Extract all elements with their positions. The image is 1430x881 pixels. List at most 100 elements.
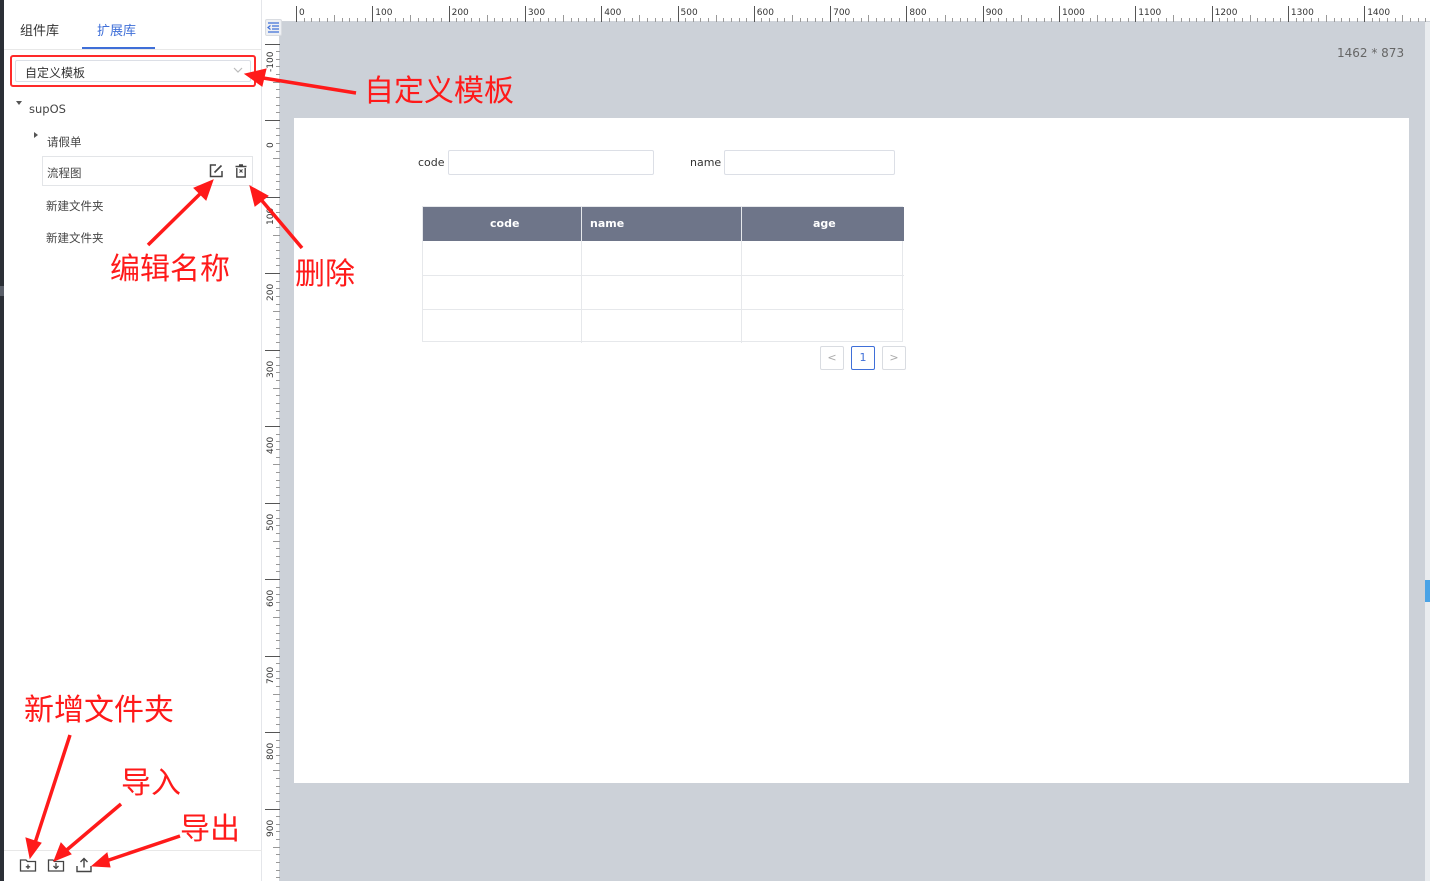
tree-item-folder[interactable]: 新建文件夹 [46,230,104,246]
caret-down-icon[interactable] [16,101,22,105]
ruler-minor-tick [387,18,389,22]
ruler-minor-tick [1013,18,1015,22]
ruler-minor-tick [276,747,280,749]
column-header-name[interactable]: name [590,207,624,241]
ruler-minor-tick [555,18,557,22]
tab-extension-library[interactable]: 扩展库 [97,20,136,39]
ruler-tick [677,6,679,22]
ruler-minor-tick [456,18,458,22]
ruler-minor-tick [708,18,710,22]
ruler-minor-tick [276,250,280,252]
ruler-tick [372,6,374,22]
ruler-minor-tick [433,18,435,22]
ruler-minor-tick [276,793,280,795]
pagination-next-button[interactable]: > [882,346,906,370]
ruler-tick [1135,6,1137,22]
ruler-label: 1100 [1138,8,1162,18]
ruler-tick [265,655,280,657]
ruler-minor-tick [1112,18,1114,22]
ruler-minor-tick [318,18,320,22]
ruler-minor-tick [1089,18,1091,22]
tab-component-library[interactable]: 组件库 [20,20,59,39]
ruler-minor-tick [875,18,877,22]
ruler-minor-tick [662,18,664,22]
ruler-minor-tick [547,18,549,22]
ruler-minor-tick [563,15,565,22]
name-input[interactable] [724,150,895,175]
ruler-minor-tick [276,135,280,137]
ruler-label: 300 [266,360,276,378]
ruler-minor-tick [1326,15,1328,22]
delete-icon[interactable] [233,163,249,179]
ruler-minor-tick [276,181,280,183]
export-icon[interactable] [75,856,93,874]
ruler-vertical: -100 0 100 200 300 400 500 600 700 800 900 [262,22,280,881]
import-icon[interactable] [47,856,65,874]
ruler-tick [265,273,280,274]
ruler-minor-tick [276,716,280,718]
ruler-minor-tick [1097,15,1099,22]
code-input[interactable] [448,150,654,175]
annotation-export: 导出 [180,812,240,847]
ruler-minor-tick [276,632,280,634]
ruler-minor-tick [276,724,280,726]
ruler-minor-tick [276,410,280,412]
ruler-minor-tick [837,18,839,22]
ruler-minor-tick [276,341,280,343]
ruler-minor-tick [585,18,587,22]
sidebar-tabs: 组件库 扩展库 [4,0,262,50]
ruler-minor-tick [276,701,280,703]
ruler-minor-tick [276,471,280,473]
column-header-age[interactable]: age [813,207,836,241]
caret-right-icon[interactable] [34,132,38,138]
ruler-minor-tick [364,18,366,22]
column-header-code[interactable]: code [490,207,519,241]
annotation-new-folder: 新增文件夹 [24,693,174,728]
ruler-tick [265,349,280,351]
ruler-minor-tick [1150,18,1152,22]
ruler-label: 300 [527,8,546,18]
ruler-minor-tick [276,670,280,672]
ruler-minor-tick [276,777,280,779]
ruler-minor-tick [723,18,725,22]
ruler-minor-tick [1165,18,1167,22]
ruler-minor-tick [1257,18,1259,22]
tree-root-supos[interactable]: supOS [29,102,66,116]
ruler-tick [524,6,526,22]
ruler-minor-tick [1394,18,1396,22]
ruler-tick [753,6,755,22]
ruler-minor-tick [276,487,280,489]
ruler-minor-tick [1348,18,1350,22]
ruler-minor-tick [349,18,351,22]
ruler-minor-tick [852,18,854,22]
ruler-label: 1400 [1367,8,1391,18]
ruler-minor-tick [276,869,280,871]
ruler-minor-tick [891,18,893,22]
scrollbar-thumb[interactable] [1425,580,1430,602]
tree-item-folder[interactable]: 新建文件夹 [46,198,104,214]
ruler-tick [265,808,280,810]
template-select[interactable]: 自定义模板 [15,60,251,82]
ruler-minor-tick [1066,18,1068,22]
sidebar: 组件库 扩展库 自定义模板 supOS 请假单 流程图 新建文件夹 新建文件夹 [4,0,262,881]
pagination-page-1[interactable]: 1 [851,346,875,370]
ruler-minor-tick [1043,18,1045,22]
app-root: 组件库 扩展库 自定义模板 supOS 请假单 流程图 新建文件夹 新建文件夹 … [0,0,1430,881]
ruler-minor-tick [1303,18,1305,22]
edit-icon[interactable] [208,163,224,179]
vertical-scrollbar[interactable] [1425,22,1430,881]
ruler-minor-tick [276,364,280,366]
tree-item-flowchart[interactable]: 流程图 [42,156,253,186]
collapse-sidebar-button[interactable] [265,19,282,36]
ruler-minor-tick [273,234,280,236]
tree-item-leave-form[interactable]: 请假单 [47,134,82,150]
ruler-label: 600 [266,589,276,607]
ruler-minor-tick [1356,18,1358,22]
ruler-minor-tick [276,548,280,550]
ruler-minor-tick [379,18,381,22]
add-folder-icon[interactable] [19,856,37,874]
pagination-prev-button[interactable]: < [820,346,844,370]
ruler-minor-tick [276,510,280,512]
ruler-minor-tick [1081,18,1083,22]
ruler-minor-tick [276,165,280,167]
